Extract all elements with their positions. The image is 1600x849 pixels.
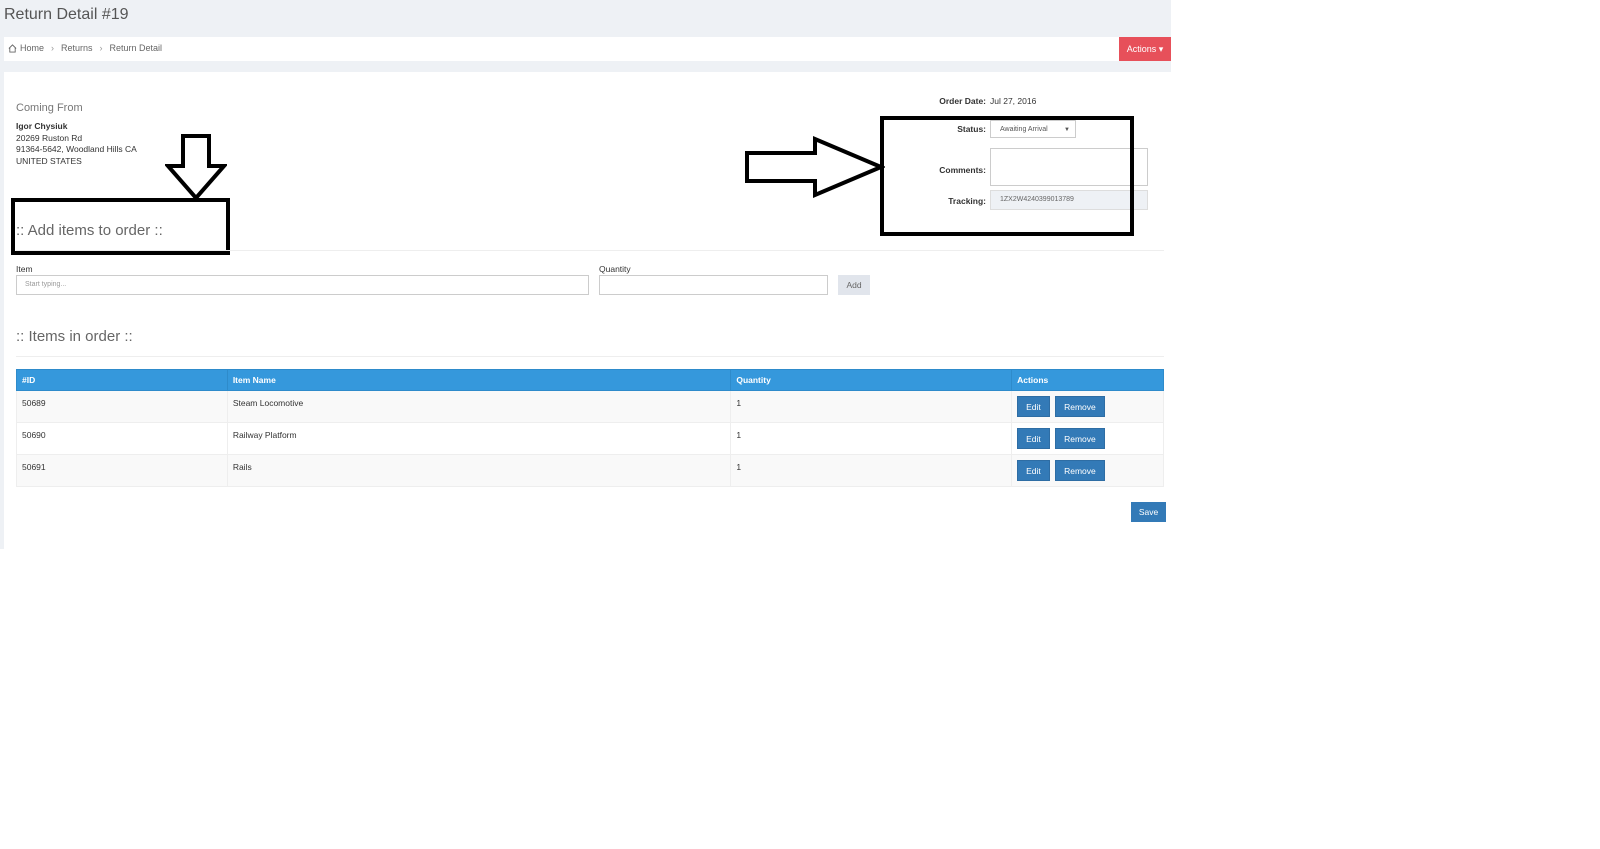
divider: [16, 356, 1164, 357]
save-button[interactable]: Save: [1131, 502, 1166, 522]
cell-quantity: 1: [730, 422, 1013, 455]
order-date-label: Order Date:: [939, 96, 986, 106]
cell-actions: Edit Remove: [1011, 454, 1164, 487]
table-row: 50691 Rails 1 Edit Remove: [16, 454, 1164, 487]
cell-actions: Edit Remove: [1011, 422, 1164, 455]
item-search-input[interactable]: Start typing...: [16, 275, 589, 295]
cell-item-name: Steam Locomotive: [226, 390, 732, 423]
column-header-quantity: Quantity: [730, 369, 1013, 391]
address-city: 91364-5642, Woodland Hills CA: [16, 144, 137, 154]
actions-dropdown-button[interactable]: Actions ▾: [1119, 37, 1171, 61]
address-block: Igor Chysiuk 20269 Ruston Rd 91364-5642,…: [16, 121, 137, 167]
annotation-arrow-right-icon: [745, 136, 885, 198]
customer-name: Igor Chysiuk: [16, 121, 68, 131]
cell-item-name: Rails: [226, 454, 732, 487]
chevron-right-icon: ›: [51, 43, 55, 53]
cell-quantity: 1: [730, 390, 1013, 423]
remove-button[interactable]: Remove: [1055, 428, 1105, 449]
divider: [16, 250, 1164, 251]
item-label: Item: [16, 264, 33, 274]
items-in-order-title: :: Items in order ::: [16, 328, 133, 345]
remove-button[interactable]: Remove: [1055, 460, 1105, 481]
edit-button[interactable]: Edit: [1017, 396, 1050, 417]
add-item-button[interactable]: Add: [838, 275, 870, 295]
annotation-box-add-items: [11, 198, 230, 255]
quantity-input[interactable]: [599, 275, 828, 295]
breadcrumb-bar: Home › Returns › Return Detail Actions ▾: [4, 37, 1171, 61]
cell-actions: Edit Remove: [1011, 390, 1164, 423]
column-header-id: #ID: [16, 369, 228, 391]
table-row: 50689 Steam Locomotive 1 Edit Remove: [16, 390, 1164, 423]
address-country: UNITED STATES: [16, 155, 82, 166]
cell-id: 50690: [16, 422, 228, 455]
breadcrumb-returns-link[interactable]: Returns: [61, 43, 93, 53]
column-header-item-name: Item Name: [226, 369, 732, 391]
annotation-box-order-info: [880, 116, 1134, 236]
cell-id: 50691: [16, 454, 228, 487]
cell-item-name: Railway Platform: [226, 422, 732, 455]
items-table: #ID Item Name Quantity Actions 50689 Ste…: [16, 369, 1164, 487]
remove-button[interactable]: Remove: [1055, 396, 1105, 417]
column-header-actions: Actions: [1011, 369, 1164, 391]
breadcrumb: Home › Returns › Return Detail: [8, 43, 162, 53]
app-frame: Return Detail #19 Home › Returns › Retur…: [0, 0, 1171, 549]
quantity-label: Quantity: [599, 264, 631, 274]
breadcrumb-current: Return Detail: [109, 43, 163, 53]
cell-quantity: 1: [730, 454, 1013, 487]
page-title: Return Detail #19: [4, 6, 129, 23]
coming-from-title: Coming From: [16, 102, 83, 114]
chevron-right-icon: ›: [99, 43, 103, 53]
table-row: 50690 Railway Platform 1 Edit Remove: [16, 422, 1164, 455]
home-icon[interactable]: [8, 43, 17, 53]
annotation-arrow-down-icon: [165, 134, 227, 202]
edit-button[interactable]: Edit: [1017, 428, 1050, 449]
breadcrumb-home-link[interactable]: Home: [20, 43, 44, 53]
edit-button[interactable]: Edit: [1017, 460, 1050, 481]
table-header-row: #ID Item Name Quantity Actions: [16, 369, 1164, 391]
cell-id: 50689: [16, 390, 228, 423]
address-street: 20269 Ruston Rd: [16, 132, 83, 143]
order-date-value: Jul 27, 2016: [990, 96, 1037, 106]
